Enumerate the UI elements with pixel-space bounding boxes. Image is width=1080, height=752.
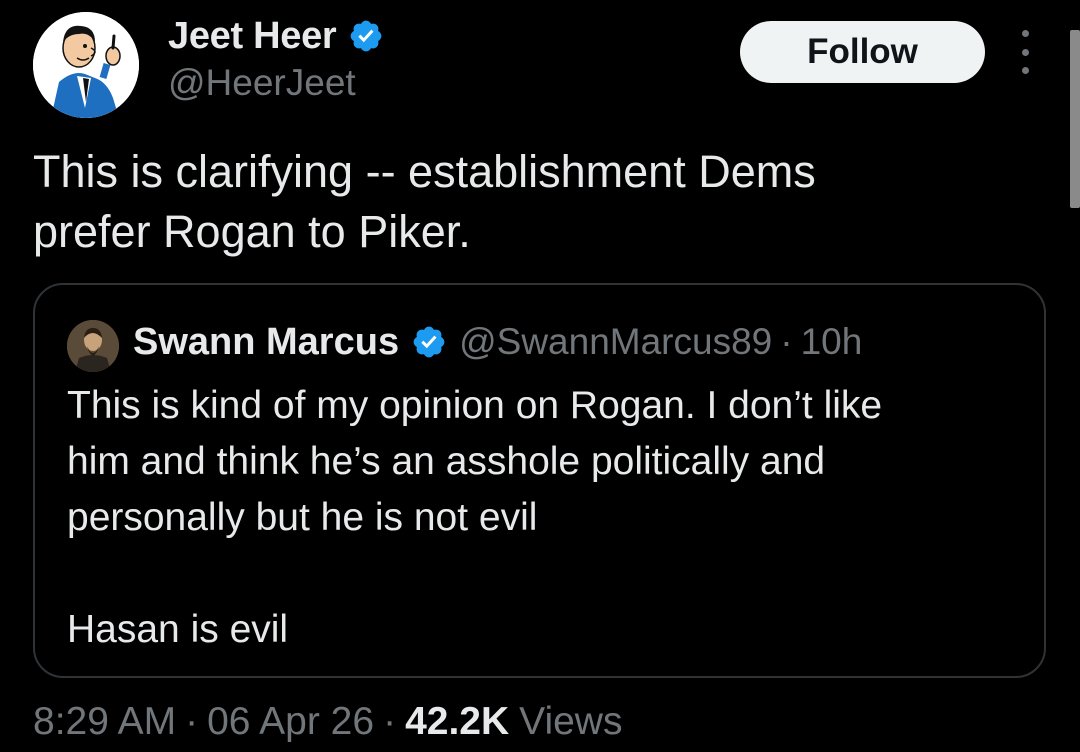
author-name-row: Jeet Heer [168,14,384,58]
quoted-author-name[interactable]: Swann Marcus [133,321,399,364]
portrait-avatar-icon [67,320,119,372]
tweet-date[interactable]: 06 Apr 26 [207,700,374,744]
tweet-meta: 8:29 AM · 06 Apr 26 · 42.2K Views [33,700,622,744]
more-dot [1021,30,1029,37]
separator-dot: · [185,700,199,743]
quoted-tweet-card[interactable]: Swann Marcus @SwannMarcus89 · 10h This i… [33,283,1046,678]
tweet-text: This is clarifying -- establishment Dems… [33,146,816,257]
separator-dot: · [383,700,397,743]
verified-badge-icon [351,20,382,52]
quoted-tweet-header: Swann Marcus @SwannMarcus89 · 10h [133,317,862,367]
cartoon-man-avatar-icon [33,12,139,118]
more-dot [1021,67,1029,74]
author-handle[interactable]: @HeerJeet [168,62,356,104]
quoted-tweet-time[interactable]: 10h [801,321,863,363]
quoted-author-handle[interactable]: @SwannMarcus89 [459,321,772,363]
views-count: 42.2K [405,700,510,743]
tweet-time[interactable]: 8:29 AM [33,700,176,744]
verified-badge-icon [413,326,445,358]
views-label: Views [519,700,623,743]
separator-dot: · [780,321,793,362]
more-options-icon[interactable] [1014,30,1036,74]
author-avatar[interactable] [33,12,139,118]
quoted-tweet-text: This is kind of my opinion on Rogan. I d… [67,384,883,651]
follow-button[interactable]: Follow [740,21,985,83]
scrollbar[interactable] [1070,30,1080,208]
more-dot [1021,48,1029,56]
quoted-author-avatar[interactable] [67,320,119,372]
author-name[interactable]: Jeet Heer [168,15,337,58]
